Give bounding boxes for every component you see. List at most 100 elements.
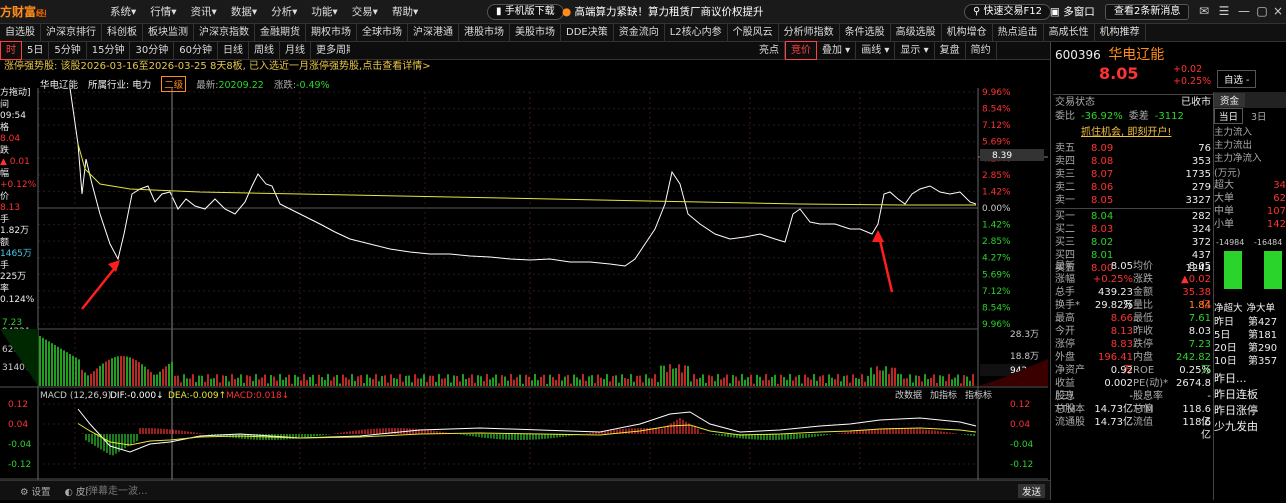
stat-cell: 总值 — [1133, 404, 1153, 415]
nav-item-21[interactable]: 机构推荐 — [1095, 23, 1146, 42]
menu-item-2[interactable]: 资讯▾ — [191, 0, 217, 24]
minimize-icon[interactable]: — — [1236, 3, 1252, 19]
price-line — [69, 87, 977, 267]
tool-button-6[interactable]: 简约 — [966, 42, 997, 59]
hot-list-1[interactable]: 昨日连板 — [1214, 386, 1286, 402]
sell-row-4: 卖四 8.08 353 — [1055, 155, 1211, 168]
nav-item-15[interactable]: 分析师指数 — [779, 23, 840, 42]
send-button[interactable]: 发送 — [1018, 484, 1046, 498]
period-tab-6[interactable]: 日线 — [218, 42, 249, 59]
chart-area[interactable]: 9.96% 8.54% 7.12% 5.69% 4.27% 2.85% 1.42% 0.00%… — [0, 74, 1050, 500]
crosshair-info-panel: 方拖动] 间 09:54 格 8.04 跌 ▲ 0.01 幅 +0.12% 价 8.13 手 1.82万… — [0, 88, 38, 307]
menu-item-5[interactable]: 功能▾ — [311, 0, 337, 24]
trade-status: 已收市 — [1181, 97, 1211, 108]
rank-row-1: 5日 第181 — [1214, 329, 1286, 342]
nav-item-13[interactable]: L2核心内参 — [665, 23, 728, 42]
nav-item-0[interactable]: 自选股 — [0, 23, 41, 42]
info-line-0: 方拖动] — [0, 88, 31, 98]
nav-item-14[interactable]: 个股风云 — [728, 23, 779, 42]
price-axis-label: 5.69% — [982, 270, 1011, 280]
change-value: -0.49% — [296, 80, 330, 91]
hot-list-2[interactable]: 昨日涨停 — [1214, 402, 1286, 418]
mail-icon[interactable]: ✉ — [1196, 3, 1212, 19]
multi-window-button[interactable]: ▣ 多窗口 — [1050, 0, 1095, 24]
nav-item-6[interactable]: 期权市场 — [306, 23, 357, 42]
tab-3day[interactable]: 3日 — [1247, 109, 1271, 123]
tool-button-3[interactable]: 画线 ▾ — [856, 42, 896, 59]
nav-item-10[interactable]: 美股市场 — [510, 23, 561, 42]
volume-axis-label: 18.8万 — [1010, 352, 1039, 362]
average-line — [77, 143, 976, 206]
stat-cell: 涨停 — [1055, 339, 1075, 350]
nav-item-16[interactable]: 条件选股 — [840, 23, 891, 42]
open-account-link[interactable]: 抓住机会, 即刻开户! — [1081, 126, 1171, 139]
strong-stock-notice[interactable]: 涨停强势股: 该股2026-03-16至2026-03-25 8天8板, 已入选… — [0, 60, 1050, 74]
buy-row-3-cell: 372 — [1191, 237, 1211, 248]
tab-today[interactable]: 当日 — [1214, 108, 1244, 124]
nav-item-18[interactable]: 机构增仓 — [942, 23, 993, 42]
period-tab-4[interactable]: 30分钟 — [130, 42, 175, 59]
sell-row-2: 卖二 8.06 279 — [1055, 181, 1211, 194]
period-tab-2[interactable]: 5分钟 — [49, 42, 87, 59]
nav-item-20[interactable]: 高成长性 — [1044, 23, 1095, 42]
rank-label: 5日 — [1214, 330, 1231, 341]
stat-cell: 8.05 — [1188, 261, 1211, 272]
period-tab-1[interactable]: 5日 — [22, 42, 50, 59]
rank-row-0: 昨日 第427 — [1214, 316, 1286, 329]
tool-button-1[interactable]: 竞价 — [785, 41, 817, 60]
fast-trade-button[interactable]: ⚲ 快速交易F12 — [964, 4, 1051, 20]
nav-item-8[interactable]: 沪深港通 — [408, 23, 459, 42]
stat-cell: 今开 — [1055, 326, 1075, 337]
level-tag[interactable]: 二级 — [161, 76, 187, 92]
menu-item-3[interactable]: 数据▾ — [231, 0, 257, 24]
nav-item-2[interactable]: 科创板 — [102, 23, 143, 42]
nav-item-17[interactable]: 高级选股 — [891, 23, 942, 42]
chart-header: 华电辽能 所属行业: 电力 二级 最新:20209.22 涨跌:-0.49% — [40, 76, 330, 92]
nav-item-3[interactable]: 板块监测 — [143, 23, 194, 42]
menu-item-7[interactable]: 帮助▾ — [392, 0, 418, 24]
size-value: 142 — [1266, 219, 1286, 230]
messages-button[interactable]: 查看2条新消息 — [1105, 4, 1190, 20]
tool-button-5[interactable]: 复盘 — [935, 42, 966, 59]
danmaku-input[interactable] — [88, 484, 1018, 498]
nav-item-5[interactable]: 金融期货 — [255, 23, 306, 42]
macd-value: MACD:0.018↓ — [226, 391, 289, 401]
nav-item-11[interactable]: DDE决策 — [561, 23, 614, 42]
nav-item-12[interactable]: 资金流向 — [614, 23, 665, 42]
period-tab-8[interactable]: 月线 — [280, 42, 311, 59]
nav-item-4[interactable]: 沪深京指数 — [194, 23, 255, 42]
capital-flow-panel: 资金 当日 3日 主力流入 主力流出 主力净流入 (万元) 超大 34 大单 62 中单 10… — [1213, 92, 1286, 500]
sell-row-2-cell: 279 — [1191, 182, 1211, 193]
headline-link[interactable]: ● 高端算力紧缺！算力租赁厂商议价权提升 — [562, 0, 764, 24]
menu-item-4[interactable]: 分析▾ — [271, 0, 297, 24]
intraday-chart[interactable]: 9.96% 8.54% 7.12% 5.69% 4.27% 2.85% 1.42% 0.00%… — [0, 74, 1050, 500]
nav-item-19[interactable]: 热点追击 — [993, 23, 1044, 42]
tab-capital[interactable]: 资金 — [1214, 93, 1246, 107]
period-tab-5[interactable]: 60分钟 — [174, 42, 218, 59]
stat-cell: +0.25% — [1092, 274, 1133, 285]
menu-item-0[interactable]: 系统▾ — [110, 0, 136, 24]
settings-button[interactable]: ⚙ 设置 — [20, 484, 51, 498]
period-tab-0[interactable]: 时 — [0, 41, 22, 60]
tool-button-4[interactable]: 显示 ▾ — [895, 42, 935, 59]
nav-item-9[interactable]: 港股市场 — [459, 23, 510, 42]
stat-cell: 1.84 — [1188, 300, 1211, 311]
hot-list-0[interactable]: 昨日... — [1214, 370, 1286, 386]
tool-button-0[interactable]: 亮点 — [754, 42, 785, 59]
nav-item-1[interactable]: 沪深京排行 — [41, 23, 102, 42]
menu-item-6[interactable]: 交易▾ — [352, 0, 378, 24]
stat-cell: PE(动)* — [1133, 378, 1169, 389]
mobile-download-button[interactable]: ▮ 手机版下载 — [487, 4, 564, 20]
period-tab-7[interactable]: 周线 — [249, 42, 280, 59]
nav-item-7[interactable]: 全球市场 — [357, 23, 408, 42]
close-icon[interactable]: × — [1270, 3, 1286, 19]
app-logo: 方财富经典版 — [0, 5, 46, 19]
add-watchlist-select[interactable]: 自选 - — [1217, 70, 1257, 88]
hot-list-3[interactable]: 少九发由 — [1214, 418, 1286, 434]
skin-icon[interactable]: ☰ — [1216, 3, 1232, 19]
maximize-icon[interactable]: ▢ — [1254, 3, 1270, 19]
period-tab-3[interactable]: 15分钟 — [87, 42, 131, 59]
menu-item-1[interactable]: 行情▾ — [150, 0, 176, 24]
flow-bar-label: -16484 — [1254, 238, 1282, 247]
tool-button-2[interactable]: 叠加 ▾ — [817, 42, 857, 59]
